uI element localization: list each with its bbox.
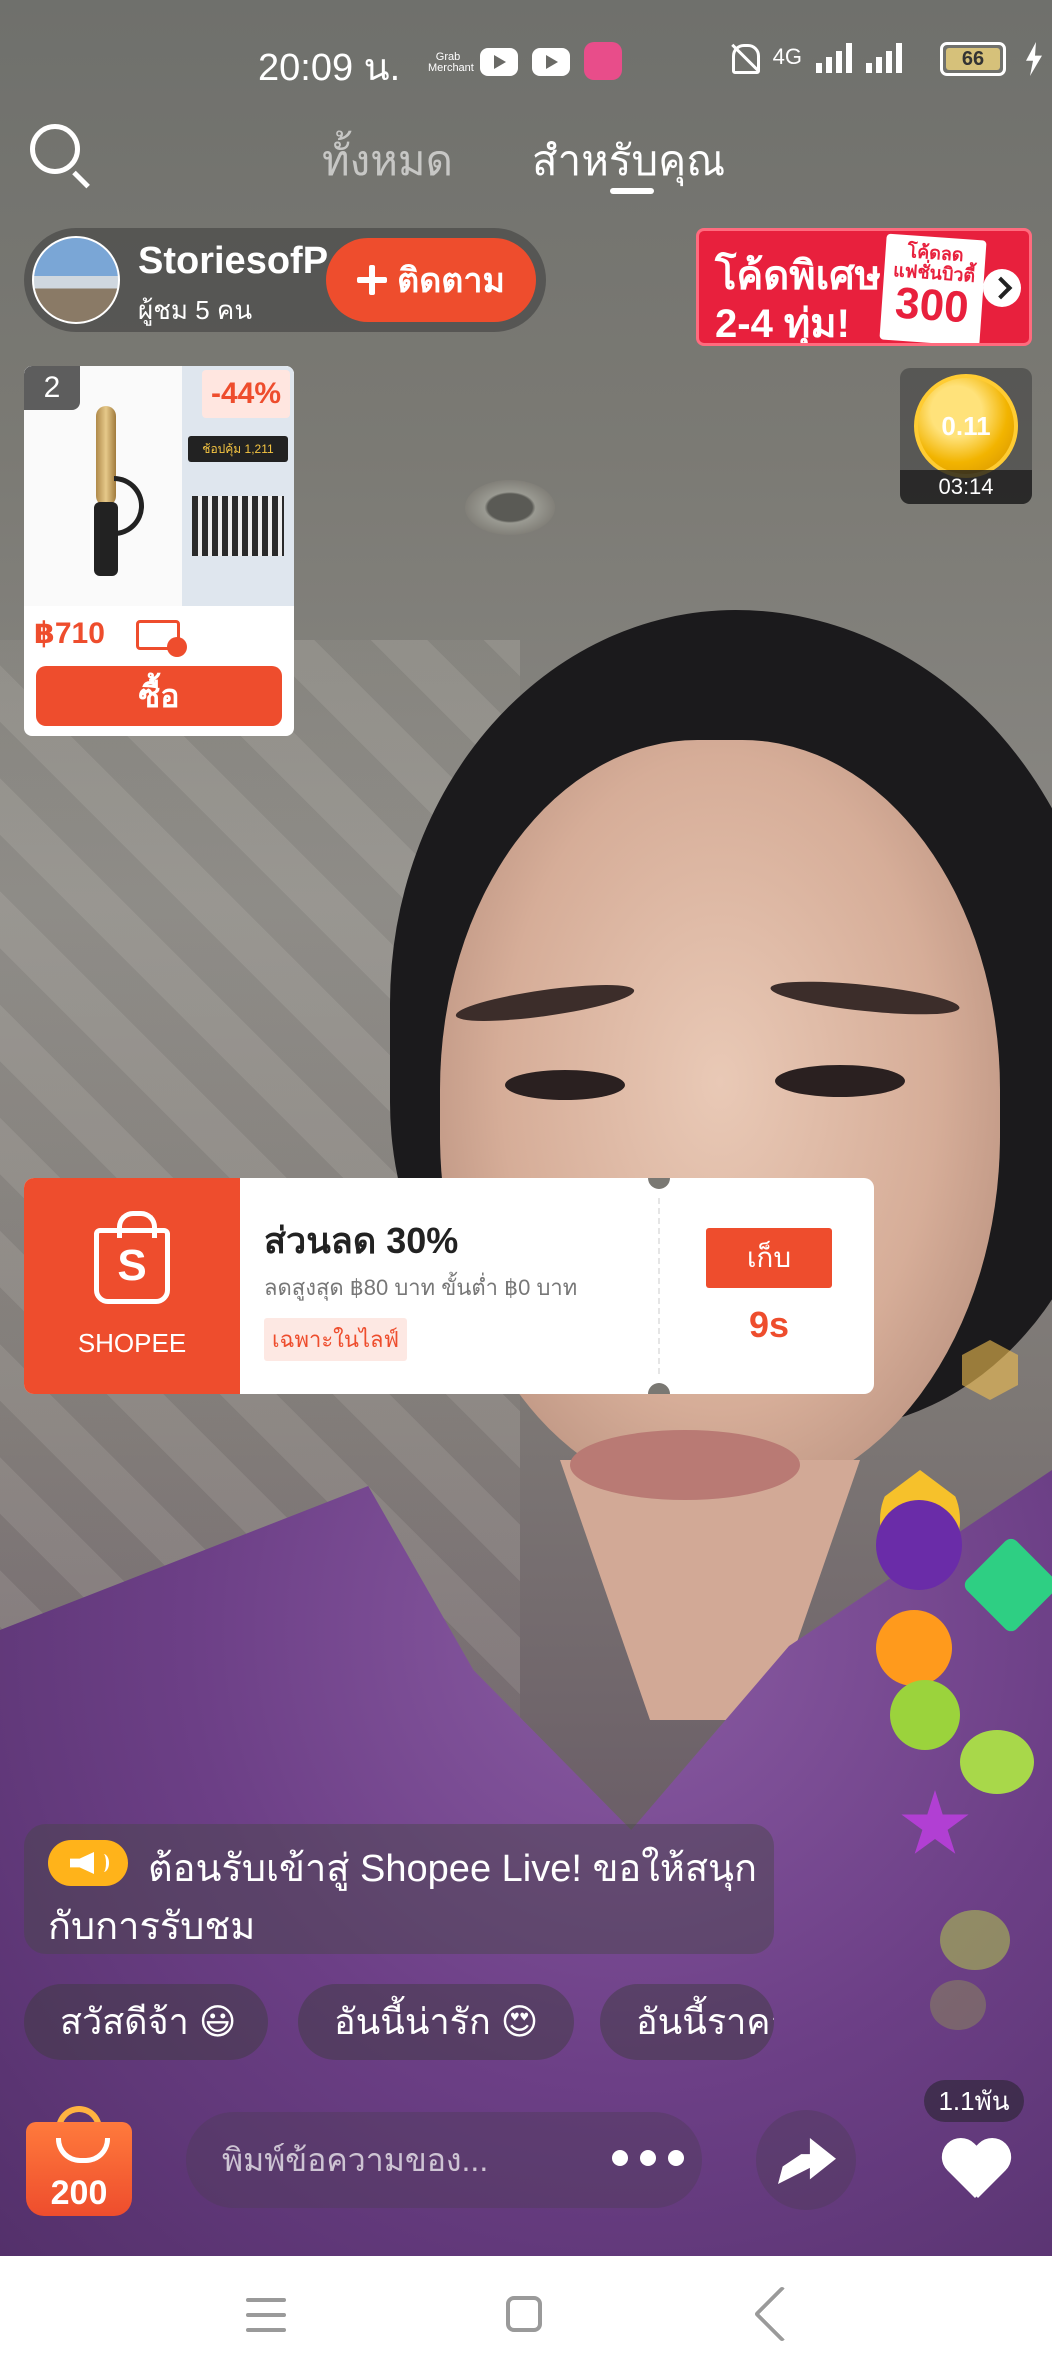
- host-info[interactable]: StoriesofP ผู้ชม 5 คน ติดตาม: [24, 228, 546, 332]
- brand-letter: S: [117, 1241, 147, 1290]
- system-nav-bar: [0, 2256, 1052, 2373]
- promo-line2: 2-4 ทุ่ม!: [715, 302, 850, 346]
- voucher-tag: เฉพาะในไลฟ์: [264, 1318, 408, 1361]
- back-icon[interactable]: [753, 2285, 811, 2343]
- voucher-brand-panel: S SHOPEE: [24, 1178, 240, 1394]
- coin-reward-timer[interactable]: 0.11 03:14: [900, 368, 1032, 504]
- product-card[interactable]: ช้อปคุ้ม 1,211 2 -44% ฿710 ซื้อ: [24, 366, 294, 736]
- youtube-icon: [480, 48, 518, 76]
- host-eye-left: [505, 1070, 625, 1100]
- quick-reply[interactable]: อันนี้ราคา: [600, 1984, 774, 2060]
- plus-icon: [357, 265, 388, 295]
- chevron-right-icon[interactable]: [983, 269, 1021, 307]
- mute-bell-icon: [727, 40, 760, 74]
- share-icon: [778, 2138, 836, 2184]
- host-eye-right: [775, 1065, 905, 1097]
- voucher-icon: [136, 620, 187, 657]
- shopping-bag-button[interactable]: 200: [26, 2106, 132, 2216]
- voucher-description: ลดสูงสุด ฿80 บาท ขั้นต่ำ ฿0 บาท: [264, 1275, 578, 1300]
- voucher-countdown: 9s: [748, 1304, 790, 1345]
- tab-all[interactable]: ทั้งหมด: [322, 128, 453, 194]
- share-button[interactable]: [756, 2110, 856, 2210]
- quick-reply[interactable]: สวัสดีจ้า 😃: [24, 1984, 268, 2060]
- hair-curler-image: [84, 406, 144, 576]
- welcome-text: ต้อนรับเข้าสู่ Shopee Live! ขอให้สนุกกับ…: [48, 1848, 758, 1948]
- reaction-sticker: [930, 1980, 986, 2030]
- avatar[interactable]: [32, 236, 120, 324]
- host-name: StoriesofP: [138, 240, 329, 282]
- divider: [658, 1198, 660, 1374]
- more-dots-icon[interactable]: [612, 2150, 684, 2170]
- ticket-notch: [648, 1178, 670, 1189]
- follow-button[interactable]: ติดตาม: [326, 238, 536, 322]
- coin-icon: 0.11: [914, 374, 1018, 478]
- battery-level: 66: [946, 48, 1000, 70]
- status-right-group: 4G: [727, 40, 902, 74]
- search-icon[interactable]: [30, 124, 92, 189]
- home-icon[interactable]: [506, 2296, 542, 2332]
- megaphone-icon: [48, 1840, 128, 1886]
- shopping-bag-icon: S: [94, 1211, 170, 1304]
- voucher-popup: S SHOPEE ส่วนลด 30% ลดสูงสุด ฿80 บาท ขั้…: [24, 1178, 874, 1394]
- app-notification-icon: [584, 42, 622, 80]
- recent-apps-icon[interactable]: [246, 2298, 286, 2332]
- reaction-sticker: [940, 1910, 1010, 1970]
- follow-label: ติดตาม: [397, 262, 505, 300]
- discount-badge: -44%: [202, 370, 290, 418]
- active-tab-indicator: [610, 188, 654, 194]
- like-count: 1.1พัน: [924, 2080, 1024, 2122]
- claim-voucher-button[interactable]: เก็บ: [706, 1228, 832, 1288]
- signal-icon: [866, 41, 902, 73]
- tab-for-you[interactable]: สำหรับคุณ: [532, 128, 725, 194]
- buy-button[interactable]: ซื้อ: [36, 666, 282, 726]
- network-type: 4G: [772, 44, 802, 69]
- ceiling-lamp: [465, 480, 555, 535]
- signal-icon: [816, 41, 852, 73]
- product-price: ฿710: [34, 617, 105, 650]
- viewer-count: ผู้ชม 5 คน: [138, 295, 253, 325]
- grab-merchant-icon: Grab Merchant: [428, 51, 474, 74]
- coin-countdown: 03:14: [900, 470, 1032, 504]
- reaction-sticker: [876, 1500, 962, 1590]
- charging-icon: [1026, 42, 1042, 76]
- reaction-sticker: [876, 1610, 952, 1686]
- reaction-sticker: [960, 1730, 1034, 1794]
- battery-icon: 66: [940, 42, 1006, 76]
- product-rank: 2: [24, 366, 80, 410]
- heart-icon[interactable]: [940, 2140, 1010, 2204]
- welcome-message: ต้อนรับเข้าสู่ Shopee Live! ขอให้สนุกกับ…: [24, 1824, 774, 1954]
- promo-banner[interactable]: โค้ดพิเศษ 2-4 ทุ่ม! โค้ดลด แฟชั่นบิวตี้ …: [696, 228, 1032, 346]
- host-lips: [570, 1430, 800, 1500]
- reaction-sticker: [890, 1680, 960, 1750]
- product-count: 200: [50, 2174, 108, 2212]
- voucher-brand: SHOPEE: [77, 1328, 187, 1358]
- product-side-label: ช้อปคุ้ม 1,211: [188, 436, 288, 462]
- status-time: 20:09 น.: [258, 47, 401, 89]
- voucher-title: ส่วนลด 30%: [264, 1220, 459, 1261]
- promo-coupon: โค้ดลด แฟชั่นบิวตี้ 300: [879, 233, 987, 343]
- status-bar: 20:09 น. Grab Merchant 4G 66: [0, 30, 1052, 90]
- coupon-value: 300: [893, 278, 971, 333]
- ticket-notch: [648, 1383, 670, 1394]
- youtube-icon: [532, 48, 570, 76]
- quick-reply[interactable]: อันนี้น่ารัก 😍: [298, 1984, 574, 2060]
- product-box: [192, 496, 284, 556]
